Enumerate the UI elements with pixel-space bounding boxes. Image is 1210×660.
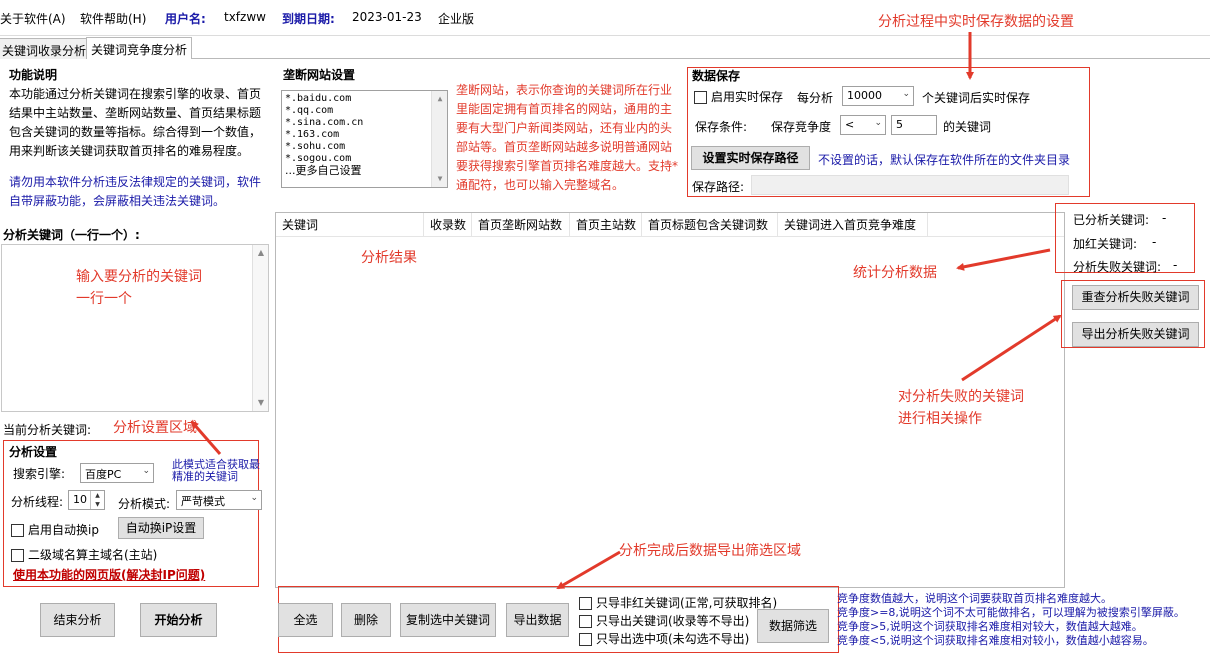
arrow-stats [956,248,1051,271]
arrow-export [556,550,621,590]
arrow-settings [190,420,222,455]
arrow-fail-ops [961,314,1062,382]
annotation-arrows [190,32,1062,590]
